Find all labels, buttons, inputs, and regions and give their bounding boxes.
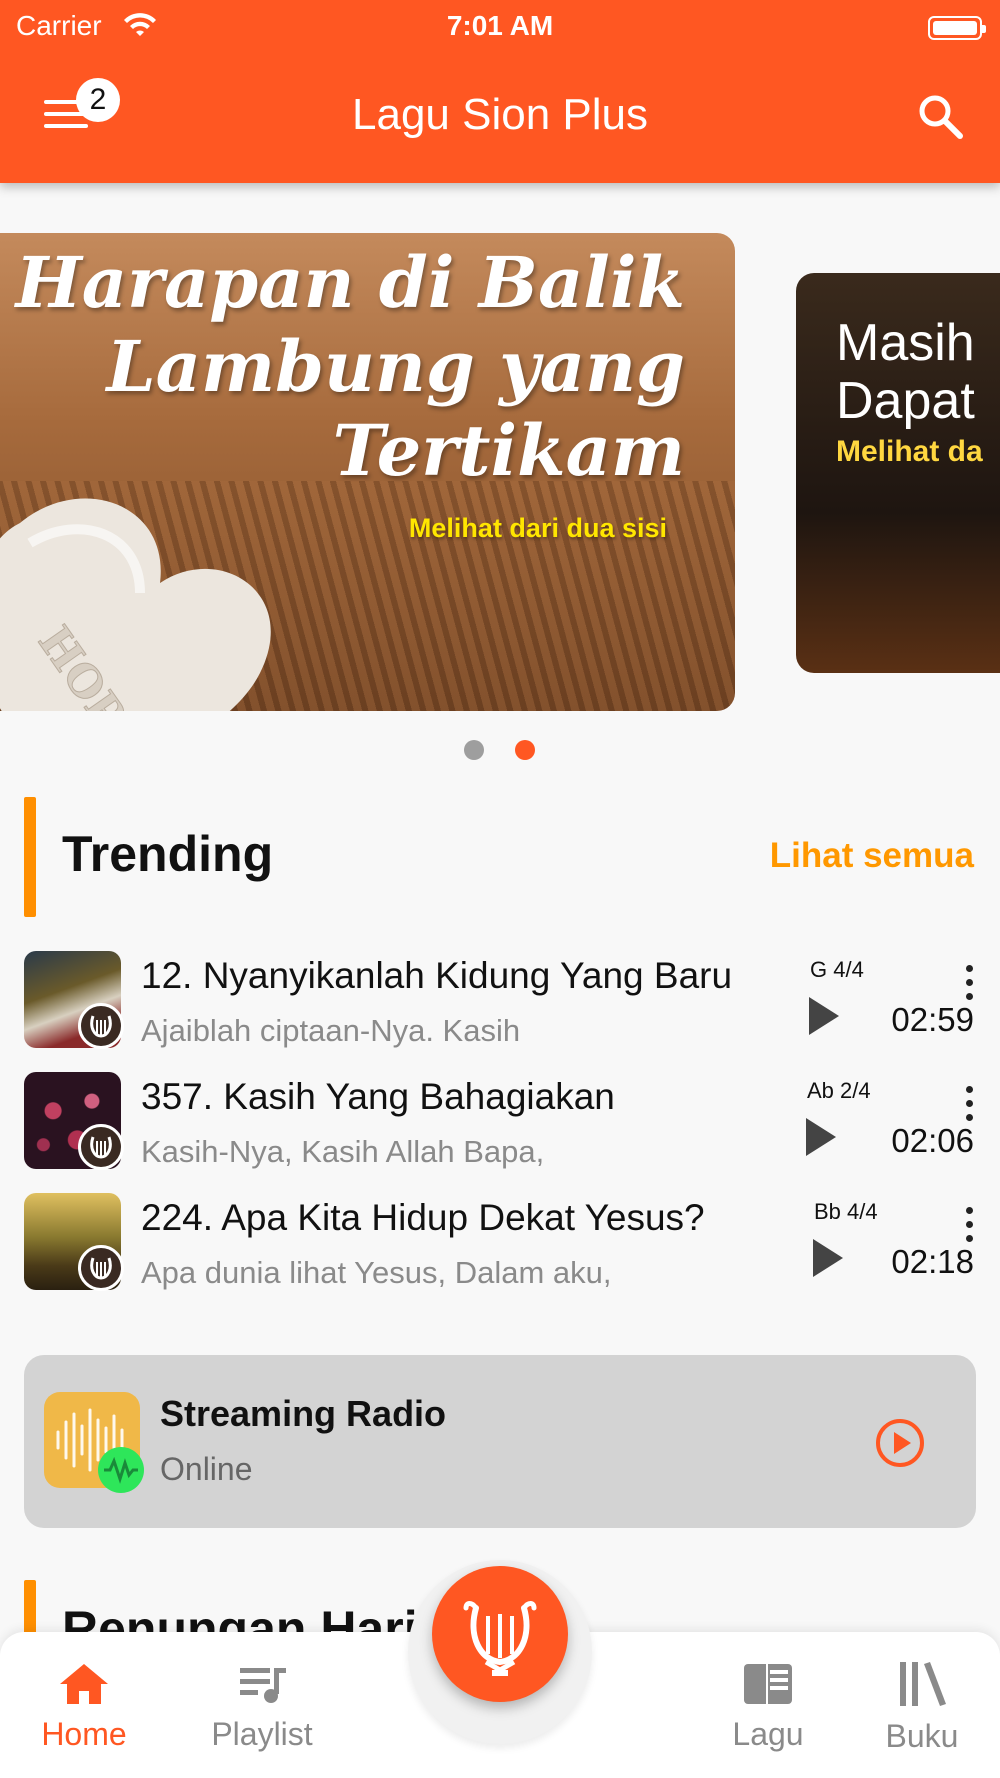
banner-slide-next[interactable]: Masih Dapat Melihat da — [796, 273, 1000, 673]
play-circle-icon[interactable] — [874, 1417, 926, 1469]
more-vert-icon[interactable] — [964, 1086, 974, 1122]
play-icon[interactable] — [806, 1118, 836, 1156]
nav-label: Home — [41, 1716, 127, 1752]
carousel-indicator — [0, 740, 1000, 760]
play-icon[interactable] — [809, 997, 839, 1035]
page-title: Lagu Sion Plus — [352, 90, 648, 139]
song-duration: 02:06 — [891, 1122, 974, 1159]
online-indicator-icon — [98, 1447, 144, 1493]
book-open-icon — [744, 1664, 792, 1704]
banner-slide[interactable]: HOPE Harapan di Balik Lambung yang Terti… — [0, 233, 735, 711]
library-icon — [900, 1662, 946, 1706]
banner-title-line: Lambung yang — [106, 325, 685, 408]
banner-title-line: Dapat — [836, 372, 975, 430]
banner-carousel[interactable]: HOPE Harapan di Balik Lambung yang Terti… — [0, 233, 1000, 713]
song-list-item[interactable]: 224. Apa Kita Hidup Dekat Yesus? Apa dun… — [0, 1193, 1000, 1293]
song-title: 224. Apa Kita Hidup Dekat Yesus? — [141, 1197, 705, 1238]
status-time: 7:01 AM — [446, 10, 554, 41]
song-lyric-preview: Kasih-Nya, Kasih Allah Bapa, — [141, 1134, 545, 1169]
carousel-dot-active[interactable] — [515, 740, 535, 760]
see-all-link[interactable]: Lihat semua — [770, 836, 974, 876]
more-vert-icon[interactable] — [964, 1207, 974, 1243]
banner-subtitle: Melihat da — [836, 435, 983, 468]
battery-icon — [928, 16, 986, 40]
song-key: Bb 4/4 — [814, 1199, 878, 1224]
lyre-icon — [78, 1124, 124, 1170]
play-icon[interactable] — [813, 1239, 843, 1277]
banner-title-line: Harapan di Balik — [15, 241, 685, 324]
lyre-icon — [78, 1245, 124, 1291]
song-title: 12. Nyanyikanlah Kidung Yang Baru — [141, 955, 733, 996]
lyre-fab-button[interactable] — [432, 1566, 568, 1702]
app-root: Carrier 7:01 AM 2 Lagu Sion Plus HOPE Ha… — [0, 0, 1000, 1778]
song-list-item[interactable]: 12. Nyanyikanlah Kidung Yang Baru Ajaibl… — [0, 951, 1000, 1051]
section-accent-bar — [24, 797, 36, 917]
song-list-item[interactable]: 357. Kasih Yang Bahagiakan Kasih-Nya, Ka… — [0, 1072, 1000, 1172]
song-lyric-preview: Apa dunia lihat Yesus, Dalam aku, — [141, 1255, 612, 1290]
search-icon[interactable] — [916, 92, 964, 140]
radio-status: Online — [160, 1451, 253, 1487]
section-title-trending: Trending — [62, 826, 274, 882]
status-bar: Carrier 7:01 AM — [0, 8, 1000, 48]
song-duration: 02:59 — [891, 1001, 974, 1038]
banner-subtitle: Melihat dari dua sisi — [408, 513, 667, 543]
song-key: G 4/4 — [810, 957, 864, 982]
banner-title-line: Tertikam — [332, 409, 685, 492]
song-lyric-preview: Ajaiblah ciptaan-Nya. Kasih — [141, 1013, 521, 1048]
app-header: Carrier 7:01 AM 2 Lagu Sion Plus — [0, 0, 1000, 183]
home-icon — [60, 1664, 108, 1704]
nav-label: Buku — [885, 1718, 959, 1754]
lyre-icon — [78, 1003, 124, 1049]
more-vert-icon[interactable] — [964, 965, 974, 1001]
nav-item-playlist[interactable]: Playlist — [182, 1632, 342, 1778]
song-title: 357. Kasih Yang Bahagiakan — [141, 1076, 615, 1117]
nav-item-buku[interactable]: Buku — [842, 1632, 1000, 1778]
nav-label: Playlist — [211, 1716, 313, 1752]
nav-item-home[interactable]: Home — [4, 1632, 164, 1778]
nav-item-lagu[interactable]: Lagu — [688, 1632, 848, 1778]
song-duration: 02:18 — [891, 1243, 974, 1280]
banner-title-line: Masih — [836, 314, 975, 372]
carousel-dot[interactable] — [464, 740, 484, 760]
nav-label: Lagu — [732, 1716, 804, 1752]
song-key: Ab 2/4 — [807, 1078, 871, 1103]
radio-title: Streaming Radio — [160, 1393, 447, 1434]
playlist-icon — [240, 1668, 286, 1703]
lyre-icon — [463, 1601, 537, 1676]
streaming-radio-card[interactable]: Streaming Radio Online — [24, 1355, 976, 1528]
heart-stone-image: HOPE — [0, 498, 271, 711]
